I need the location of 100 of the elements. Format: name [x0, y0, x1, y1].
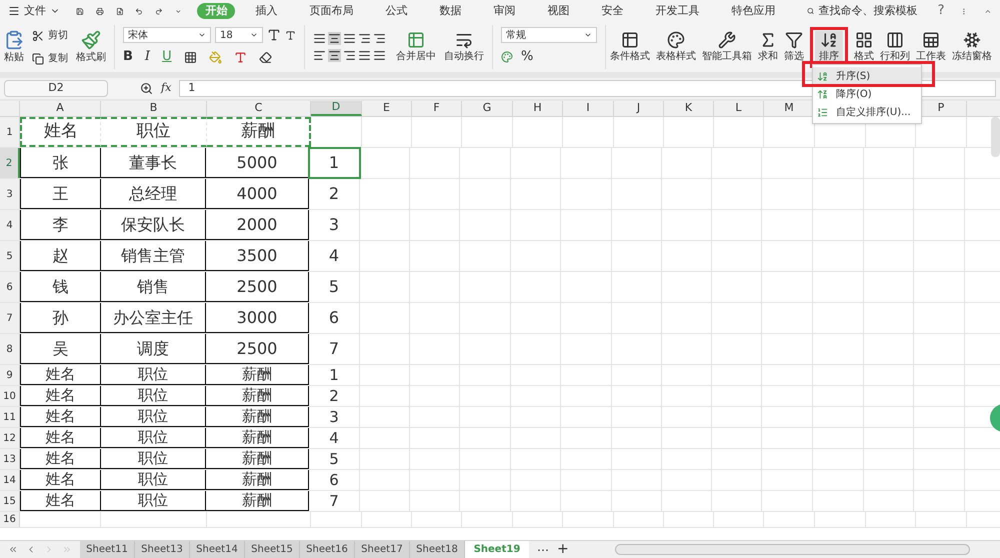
- ribbon-tab[interactable]: 数据: [435, 2, 466, 20]
- row-header[interactable]: 11: [0, 407, 20, 427]
- name-box[interactable]: D2: [4, 80, 108, 97]
- sheet-tab[interactable]: Sheet18: [410, 541, 465, 558]
- row-header[interactable]: 1: [0, 117, 20, 147]
- align-top-icon[interactable]: [313, 32, 326, 45]
- command-search[interactable]: 查找命令、搜索模板: [818, 2, 918, 20]
- row-header[interactable]: 5: [0, 241, 20, 271]
- copy-button[interactable]: 复制: [32, 51, 68, 66]
- column-header[interactable]: B: [101, 101, 207, 116]
- column-header[interactable]: G: [462, 101, 513, 116]
- column-header[interactable]: I: [563, 101, 614, 116]
- ribbon-tab[interactable]: 审阅: [489, 2, 520, 20]
- ribbon-tool-button[interactable]: 排序: [815, 30, 843, 64]
- indent-icon[interactable]: [373, 32, 386, 45]
- fill-color-icon[interactable]: [208, 50, 222, 64]
- ribbon-tool-button[interactable]: 冻结窗格: [952, 30, 992, 64]
- number-format-field[interactable]: 常规: [501, 27, 597, 44]
- font-color-icon[interactable]: [234, 50, 247, 64]
- row-header[interactable]: 3: [0, 179, 20, 209]
- zoom-icon[interactable]: [140, 82, 153, 95]
- row-header[interactable]: 6: [0, 272, 20, 302]
- column-header[interactable]: J: [614, 101, 664, 116]
- sort-menu-item[interactable]: 升序(S): [813, 67, 921, 85]
- ribbon-tool-button[interactable]: 行和列: [880, 30, 910, 64]
- cell-text: 姓名: [46, 406, 76, 428]
- justify-icon[interactable]: [358, 49, 371, 62]
- column-header[interactable]: E: [362, 101, 412, 116]
- ribbon-tab[interactable]: 开发工具: [651, 2, 704, 20]
- column-header[interactable]: D: [311, 101, 362, 116]
- align-left-icon[interactable]: [313, 49, 326, 62]
- row-header[interactable]: 9: [0, 365, 20, 385]
- font-size-field[interactable]: 18: [215, 27, 263, 44]
- bold-button[interactable]: B: [123, 47, 133, 67]
- row-header[interactable]: 8: [0, 334, 20, 364]
- font-name-field[interactable]: 宋体: [123, 27, 211, 44]
- ribbon-tool-button[interactable]: 条件格式: [610, 30, 650, 64]
- italic-button[interactable]: I: [144, 47, 150, 67]
- row-header[interactable]: 4: [0, 210, 20, 240]
- sheet-tab[interactable]: Sheet16: [300, 541, 355, 558]
- wrap-text-button[interactable]: 自动换行: [444, 30, 484, 64]
- distribute-icon[interactable]: [373, 49, 386, 62]
- row-header[interactable]: 2: [0, 148, 20, 178]
- first-sheet-icon[interactable]: [8, 544, 18, 555]
- row-header[interactable]: 10: [0, 386, 20, 406]
- sheet-tab[interactable]: Sheet13: [135, 541, 190, 558]
- ribbon-tool-button[interactable]: 格式: [854, 30, 874, 64]
- row-header[interactable]: 16: [0, 512, 20, 527]
- ribbon-tab[interactable]: 视图: [543, 2, 574, 20]
- format-painter-button[interactable]: 格式刷: [76, 30, 106, 64]
- ribbon-tab[interactable]: 公式: [381, 2, 412, 20]
- ribbon-tool-button[interactable]: 筛选: [784, 30, 804, 64]
- clear-icon[interactable]: [258, 50, 272, 64]
- sheet-tab[interactable]: Sheet15: [245, 541, 300, 558]
- ribbon-tab[interactable]: 安全: [597, 2, 628, 20]
- outdent-icon[interactable]: [358, 32, 371, 45]
- horizontal-scrollbar[interactable]: [615, 544, 970, 555]
- align-right-icon[interactable]: [343, 49, 356, 62]
- ribbon-tool-button[interactable]: 表格样式: [656, 30, 696, 64]
- shrink-font-icon[interactable]: [285, 30, 296, 41]
- row-header[interactable]: 13: [0, 449, 20, 469]
- cell-text: 姓名: [46, 385, 76, 406]
- percent-button[interactable]: %: [521, 47, 534, 67]
- grow-font-icon[interactable]: [267, 28, 281, 42]
- row-header[interactable]: 7: [0, 303, 20, 333]
- column-header[interactable]: H: [513, 101, 563, 116]
- ribbon-tab[interactable]: 插入: [251, 2, 282, 20]
- cell-text: 6: [329, 470, 339, 491]
- align-center-icon[interactable]: [328, 49, 341, 62]
- sheet-tab[interactable]: Sheet19: [465, 541, 529, 558]
- ribbon-tab[interactable]: 页面布局: [305, 2, 358, 20]
- column-header[interactable]: L: [714, 101, 764, 116]
- align-middle-icon[interactable]: [328, 32, 341, 45]
- more-sheets-button[interactable]: ⋯: [537, 540, 549, 558]
- column-header[interactable]: A: [20, 101, 101, 116]
- sheet-tab[interactable]: Sheet14: [190, 541, 245, 558]
- sheet-tab[interactable]: Sheet11: [80, 541, 135, 558]
- cell-text: 薪酬: [241, 120, 275, 144]
- ribbon-tool-button[interactable]: 求和: [758, 30, 778, 64]
- row-header[interactable]: 12: [0, 428, 20, 448]
- paste-button[interactable]: 粘贴: [4, 30, 24, 64]
- vertical-scrollbar[interactable]: [991, 117, 1000, 157]
- column-header[interactable]: K: [664, 101, 714, 116]
- column-header[interactable]: F: [412, 101, 462, 116]
- ribbon-tool-button[interactable]: 智能工具箱: [702, 30, 752, 64]
- cell-text: 职位: [136, 120, 170, 144]
- border-icon[interactable]: [184, 50, 197, 64]
- add-sheet-button[interactable]: +: [557, 539, 569, 558]
- ribbon-tool-button[interactable]: 工作表: [916, 30, 946, 64]
- ribbon-tab[interactable]: 特色应用: [727, 2, 780, 20]
- search-icon: [807, 5, 815, 17]
- merge-center-button[interactable]: 合并居中: [396, 30, 436, 64]
- row-header[interactable]: 15: [0, 491, 20, 511]
- sheet-tab[interactable]: Sheet17: [355, 541, 410, 558]
- file-menu[interactable]: 文件: [4, 2, 64, 20]
- align-bottom-icon[interactable]: [343, 32, 356, 45]
- help-button[interactable]: ?: [938, 1, 944, 21]
- freeze-icon: [963, 30, 981, 48]
- row-header[interactable]: 14: [0, 470, 20, 490]
- cut-button[interactable]: 剪切: [32, 28, 68, 43]
